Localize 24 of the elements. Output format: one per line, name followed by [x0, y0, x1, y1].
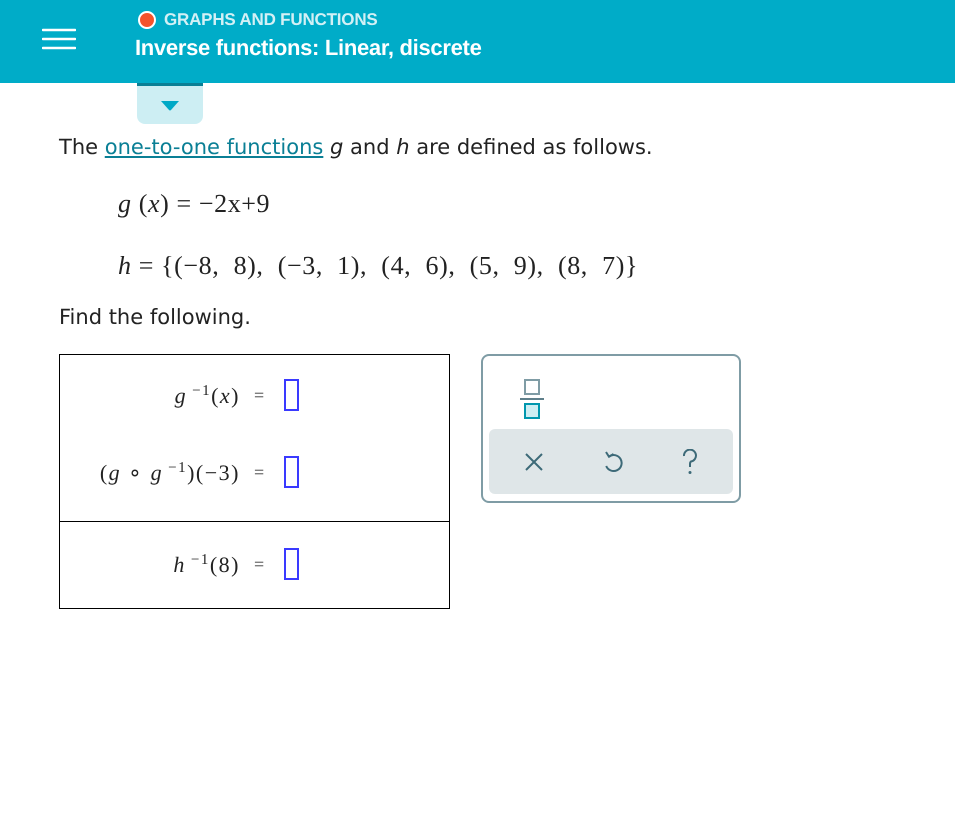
math-expression: h$^{−1}$(8): [172, 550, 240, 579]
intro-text: The one-to-one functions g and h are defined as follows.: [59, 134, 654, 161]
menu-icon: [42, 28, 76, 50]
menu-button[interactable]: [40, 26, 78, 52]
equals-sign: =: [254, 384, 264, 406]
answer-box[interactable]: [284, 379, 300, 411]
math-equation: g (x) = −2x+9: [118, 188, 272, 220]
prompt-text: Find the following.: [59, 304, 252, 331]
glossary-link[interactable]: one-to-one functions: [104, 135, 324, 159]
math-equation: h = {(−8, 8), (−3, 1), (4, 6), (5, 9), (8, 7)}: [118, 250, 640, 282]
fraction-icon: [520, 379, 544, 420]
undo-icon: [602, 450, 623, 472]
math-expression: g$^{−1}$(x): [174, 382, 240, 410]
answer-box[interactable]: [284, 548, 300, 580]
equals-sign: =: [254, 460, 264, 484]
topic-category: GRAPHS AND FUNCTIONS: [164, 9, 378, 31]
close-icon: [524, 452, 544, 472]
topic-title: Inverse functions: Linear, discrete: [135, 35, 482, 61]
math-expression: (g ∘ g$^{−1}$)(−3): [98, 458, 240, 487]
equals-sign: =: [254, 552, 264, 576]
caret-down-icon: [160, 100, 180, 110]
answer-box[interactable]: [284, 456, 300, 488]
collapse-tab[interactable]: [137, 83, 203, 124]
question-mark-icon: [682, 448, 698, 474]
